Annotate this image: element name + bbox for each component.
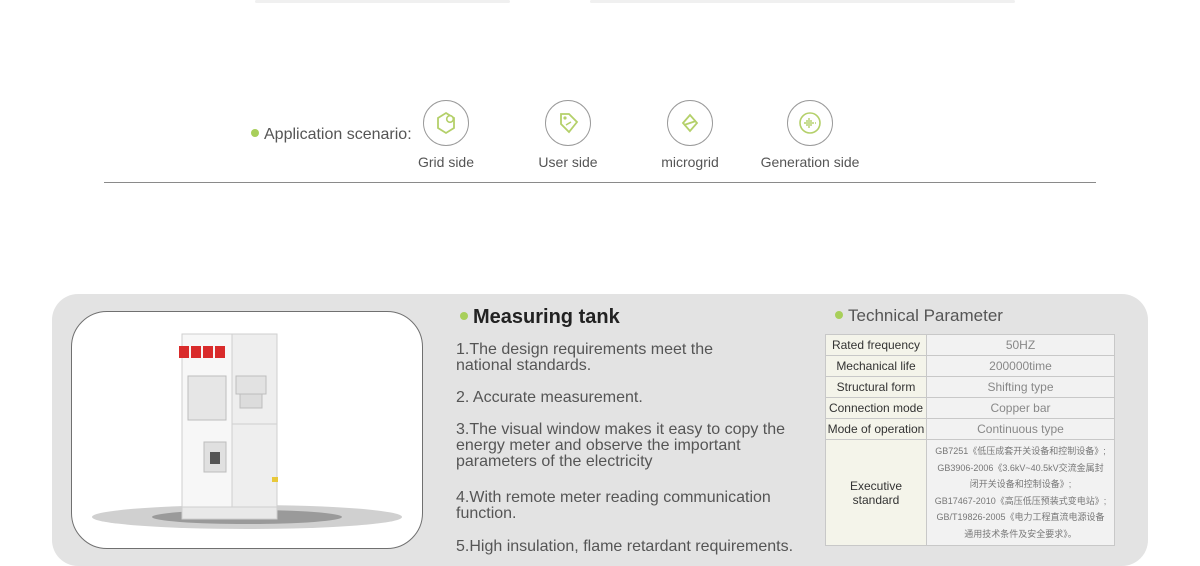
scenario-label: microgrid (661, 154, 719, 170)
scenario-microgrid[interactable]: microgrid (630, 100, 750, 170)
parameter-key: Executive standard (825, 439, 927, 546)
switchgear-cabinet-image (92, 333, 402, 529)
user-side-icon (545, 100, 591, 146)
parameter-key: Structural form (825, 376, 927, 398)
scenario-label: Generation side (760, 154, 860, 170)
standard-line: GB17467-2010《高压低压预装式变电站》; (934, 495, 1107, 506)
parameter-value: Shifting type (926, 376, 1115, 398)
bullet-dot-icon (835, 310, 843, 319)
scenario-label: Grid side (417, 154, 475, 170)
parameters-title: Technical Parameter (835, 306, 1003, 326)
scenario-grid-side[interactable]: Grid side (386, 100, 506, 170)
scenario-label: User side (538, 154, 598, 170)
feature-item: 2. Accurate measurement. (456, 389, 643, 406)
scenario-generation-side[interactable]: Generation side (750, 100, 870, 170)
bullet-dot-icon (251, 128, 259, 137)
parameter-value: Continuous type (926, 418, 1115, 440)
microgrid-icon (667, 100, 713, 146)
parameter-key: Mode of operation (825, 418, 927, 440)
feature-item: 5.High insulation, flame retardant requi… (456, 538, 794, 555)
standard-line: 通用技术条件及安全要求》。 (964, 528, 1077, 539)
table-row: Executive standard GB7251《低压成套开关设备和控制设备》… (825, 439, 1115, 546)
top-remnant-strip (0, 0, 1200, 6)
parameters-table: Rated frequency 50HZ Mechanical life 200… (825, 334, 1115, 546)
table-row: Mode of operation Continuous type (825, 418, 1115, 440)
feature-item: 3.The visual window makes it easy to cop… (456, 421, 786, 470)
parameter-value-standards: GB7251《低压成套开关设备和控制设备》; GB3906-2006《3.6kV… (926, 439, 1115, 546)
product-image-frame (71, 311, 423, 549)
table-row: Mechanical life 200000time (825, 355, 1115, 377)
bullet-dot-icon (460, 311, 468, 320)
table-row: Structural form Shifting type (825, 376, 1115, 398)
parameter-value: 200000time (926, 355, 1115, 377)
product-title: Measuring tank (460, 306, 620, 329)
parameter-key: Connection mode (825, 397, 927, 419)
feature-item: 4.With remote meter reading communicatio… (456, 489, 771, 522)
parameter-key: Mechanical life (825, 355, 927, 377)
parameter-value: 50HZ (926, 334, 1115, 356)
feature-item: 1.The design requirements meet the natio… (456, 341, 714, 374)
top-divider-segment (590, 0, 1015, 3)
parameter-key: Rated frequency (825, 334, 927, 356)
table-row: Connection mode Copper bar (825, 397, 1115, 419)
application-scenario-row: Application scenario: Grid side User sid… (0, 100, 1200, 180)
parameter-value: Copper bar (926, 397, 1115, 419)
grid-side-icon (423, 100, 469, 146)
standard-line: GB3906-2006《3.6kV~40.5kV交流金属封 (937, 462, 1104, 473)
table-row: Rated frequency 50HZ (825, 334, 1115, 356)
top-divider-segment (255, 0, 510, 3)
generation-side-icon (787, 100, 833, 146)
section-divider (104, 182, 1096, 183)
standard-line: GB/T19826-2005《电力工程直流电源设备 (936, 512, 1105, 522)
scenario-user-side[interactable]: User side (508, 100, 628, 170)
standard-line: GB7251《低压成套开关设备和控制设备》; (935, 446, 1106, 456)
standard-line: 闭开关设备和控制设备》; (969, 479, 1072, 489)
